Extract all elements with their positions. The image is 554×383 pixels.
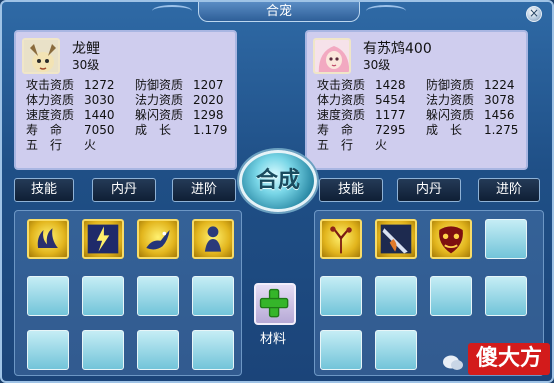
stat-row: 寿 命 7295 成 长 1.275 [317, 123, 522, 138]
stat-value: 7295 [375, 123, 406, 137]
stat-value: 1224 [484, 78, 515, 92]
stat-value: 1.275 [484, 123, 519, 137]
stat-value: 1.179 [193, 123, 228, 137]
stat-value: 3030 [84, 93, 115, 107]
stat-row: 攻击资质 1272 防御资质 1207 [26, 78, 231, 93]
dragon-carp-portrait-icon [22, 38, 60, 74]
fox-maiden-portrait-icon [313, 38, 351, 74]
empty-skill-slot[interactable] [192, 276, 234, 316]
watermark-logo: 傻大方 [468, 343, 550, 375]
empty-skill-slot[interactable] [485, 219, 527, 259]
empty-skill-slot[interactable] [320, 330, 362, 370]
empty-skill-slot[interactable] [430, 276, 472, 316]
beast-leap-icon[interactable] [137, 219, 179, 259]
material-label: 材料 [260, 332, 287, 347]
stat-row: 五 行 火 [317, 138, 522, 153]
empty-skill-slot[interactable] [82, 276, 124, 316]
stat-row: 寿 命 7050 成 长 1.179 [26, 123, 231, 138]
spirit-figure-icon[interactable] [192, 219, 234, 259]
stat-label: 五 行 [317, 138, 354, 152]
left-skills-tab[interactable]: 技能 [14, 178, 74, 202]
plus-icon [259, 288, 289, 318]
stat-value: 2020 [193, 93, 224, 107]
empty-skill-slot[interactable] [192, 330, 234, 370]
stat-value: 1440 [84, 108, 115, 122]
right-skills-tab[interactable]: 技能 [319, 178, 383, 202]
empty-skill-slot[interactable] [27, 276, 69, 316]
right-pet-level: 30级 [363, 58, 391, 72]
left-pet-card[interactable]: 龙鲤 30级 攻击资质 1272 防御资质 1207 体力资质 3030 法力资… [14, 30, 237, 170]
right-inner-pill-tab[interactable]: 内丹 [397, 178, 461, 202]
stat-row: 速度资质 1177 躲闪资质 1456 [317, 108, 522, 123]
stat-label: 法力资质 [135, 93, 184, 107]
left-inner-pill-tab[interactable]: 内丹 [92, 178, 156, 202]
water-wave-icon[interactable] [27, 219, 69, 259]
stat-label: 攻击资质 [317, 78, 366, 92]
close-button[interactable]: × [526, 6, 542, 22]
stat-label: 躲闪资质 [135, 108, 184, 122]
stat-row: 五 行 火 [26, 138, 231, 153]
stat-label: 体力资质 [317, 93, 366, 107]
title-ornament-right [366, 5, 406, 17]
lightning-strike-icon[interactable] [82, 219, 124, 259]
stat-label: 防御资质 [426, 78, 475, 92]
right-pet-stats: 攻击资质 1428 防御资质 1224 体力资质 5454 法力资质 3078 … [317, 78, 522, 153]
add-material-button[interactable] [254, 283, 296, 325]
pet-combine-window: 合宠 × 龙鲤 30级 攻击资质 1272 防御资质 1207 体力资质 303… [0, 0, 554, 383]
stat-label: 躲闪资质 [426, 108, 475, 122]
right-pet-name: 有苏鸩400 [363, 41, 432, 57]
stat-label: 防御资质 [135, 78, 184, 92]
empty-skill-slot[interactable] [137, 330, 179, 370]
left-advance-tab[interactable]: 进阶 [172, 178, 236, 202]
stat-value: 火 [375, 138, 388, 152]
stat-label: 成 长 [426, 123, 463, 137]
stat-value: 1456 [484, 108, 515, 122]
stat-row: 速度资质 1440 躲闪资质 1298 [26, 108, 231, 123]
combine-button[interactable]: 合成 [239, 150, 317, 212]
empty-skill-slot[interactable] [485, 276, 527, 316]
left-pet-name: 龙鲤 [72, 41, 100, 57]
stat-value: 3078 [484, 93, 515, 107]
stat-value: 5454 [375, 93, 406, 107]
right-pet-card[interactable]: 有苏鸩400 30级 攻击资质 1428 防御资质 1224 体力资质 5454… [305, 30, 528, 170]
wechat-icon [442, 354, 464, 372]
stat-value: 1428 [375, 78, 406, 92]
stat-label: 法力资质 [426, 93, 475, 107]
title-ornament-left [152, 5, 192, 17]
stat-value: 1272 [84, 78, 115, 92]
stat-label: 体力资质 [26, 93, 75, 107]
demon-mask-icon[interactable] [430, 219, 472, 259]
stat-value: 7050 [84, 123, 115, 137]
empty-skill-slot[interactable] [82, 330, 124, 370]
stat-label: 攻击资质 [26, 78, 75, 92]
empty-skill-slot[interactable] [375, 276, 417, 316]
stat-row: 攻击资质 1428 防御资质 1224 [317, 78, 522, 93]
empty-skill-slot[interactable] [320, 276, 362, 316]
empty-skill-slot[interactable] [27, 330, 69, 370]
stat-label: 寿 命 [26, 123, 63, 137]
left-pet-level: 30级 [72, 58, 100, 72]
empty-skill-slot[interactable] [137, 276, 179, 316]
stat-label: 速度资质 [26, 108, 75, 122]
tree-branch-icon[interactable] [320, 219, 362, 259]
right-advance-tab[interactable]: 进阶 [478, 178, 540, 202]
empty-skill-slot[interactable] [375, 330, 417, 370]
stat-row: 体力资质 3030 法力资质 2020 [26, 93, 231, 108]
left-pet-stats: 攻击资质 1272 防御资质 1207 体力资质 3030 法力资质 2020 … [26, 78, 231, 153]
stat-row: 体力资质 5454 法力资质 3078 [317, 93, 522, 108]
stat-label: 成 长 [135, 123, 172, 137]
stat-value: 1298 [193, 108, 224, 122]
stat-value: 1177 [375, 108, 406, 122]
stat-label: 速度资质 [317, 108, 366, 122]
blade-slash-icon[interactable] [375, 219, 417, 259]
stat-label: 五 行 [26, 138, 63, 152]
window-title: 合宠 [198, 2, 360, 22]
stat-label: 寿 命 [317, 123, 354, 137]
stat-value: 1207 [193, 78, 224, 92]
stat-value: 火 [84, 138, 97, 152]
